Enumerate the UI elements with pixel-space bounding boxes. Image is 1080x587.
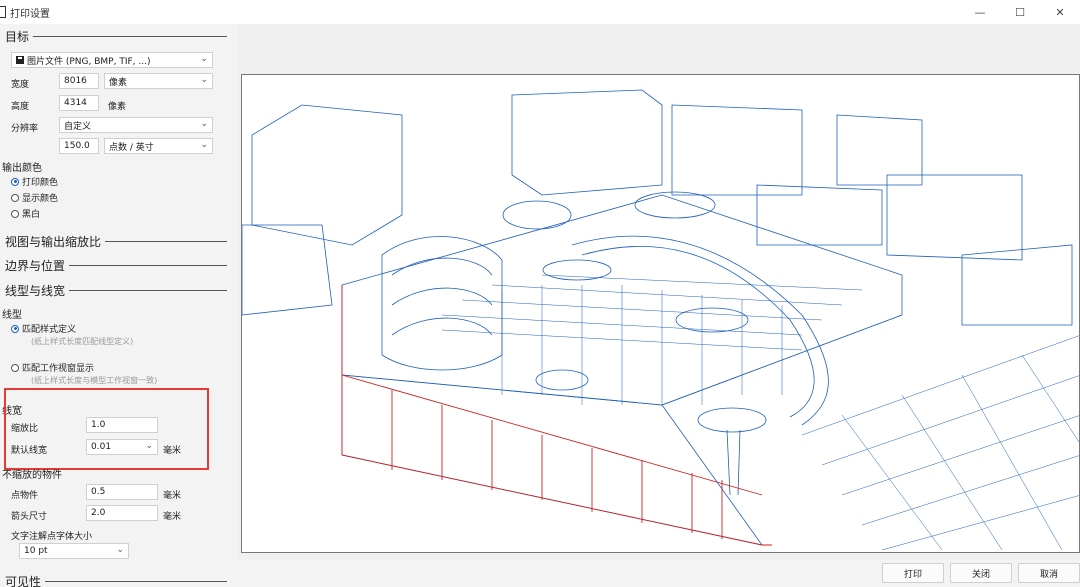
- close-icon[interactable]: ✕: [1040, 0, 1080, 24]
- building-drawing: [242, 89, 1079, 551]
- chevron-down-icon: ⌄: [200, 54, 208, 64]
- radio-dot: [11, 324, 19, 333]
- chevron-down-icon: ⌄: [200, 140, 208, 150]
- point-input[interactable]: 0.5: [86, 484, 158, 500]
- preview-area: [238, 24, 1080, 560]
- height-unit: 像素: [108, 102, 127, 112]
- height-input[interactable]: 4314: [59, 95, 99, 111]
- match-viewport-note: (纸上样式长度与模型工作视窗一致): [31, 376, 158, 385]
- print-button[interactable]: 打印: [882, 563, 944, 583]
- section-view-scale[interactable]: 视图与输出缩放比: [5, 233, 227, 250]
- chevron-down-icon: ⌄: [200, 75, 208, 85]
- close-button[interactable]: 关闭: [950, 563, 1012, 583]
- width-label: 宽度: [11, 80, 30, 90]
- width-unit-select[interactable]: 像素 ⌄: [104, 73, 213, 89]
- print-preview: [241, 74, 1080, 553]
- maximize-icon[interactable]: ☐: [1000, 0, 1040, 24]
- section-linetype[interactable]: 线型与线宽: [5, 282, 227, 299]
- resolution-label: 分辨率: [11, 124, 39, 134]
- point-unit: 毫米: [163, 491, 182, 501]
- minimize-icon[interactable]: —: [960, 0, 1000, 24]
- cancel-button[interactable]: 取消: [1018, 563, 1080, 583]
- radio-dot: [11, 363, 19, 372]
- dpi-unit-select[interactable]: 点数 / 英寸 ⌄: [104, 138, 213, 154]
- width-input[interactable]: 8016: [59, 73, 99, 89]
- arrow-unit: 毫米: [163, 512, 182, 522]
- radio-match-style[interactable]: 匹配样式定义: [11, 322, 76, 335]
- save-icon: [16, 56, 24, 64]
- arrow-input[interactable]: 2.0: [86, 505, 158, 521]
- unscaled-objects-label: 不缩放的物件: [2, 470, 62, 481]
- chevron-down-icon: ⌄: [200, 119, 208, 129]
- radio-dot: [11, 177, 19, 186]
- chevron-down-icon: ⌄: [116, 545, 124, 555]
- radio-black-white[interactable]: 黑白: [11, 207, 40, 220]
- radio-dot: [11, 209, 19, 218]
- highlight-box: [4, 388, 209, 470]
- linetype-label: 线型: [2, 310, 22, 321]
- point-label: 点物件: [11, 491, 39, 501]
- app-icon: [0, 6, 6, 18]
- section-visibility[interactable]: 可见性: [5, 573, 227, 587]
- dpi-input[interactable]: 150.0: [59, 138, 99, 154]
- text-size-label: 文字注解点字体大小: [11, 532, 93, 542]
- window-title: 打印设置: [10, 8, 50, 20]
- output-color-label: 输出颜色: [2, 163, 42, 174]
- height-label: 高度: [11, 102, 30, 112]
- radio-display-color[interactable]: 显示颜色: [11, 191, 58, 204]
- title-bar: 打印设置 — ☐ ✕: [0, 0, 1080, 24]
- radio-dot: [11, 193, 19, 202]
- match-style-note: (纸上样式长度匹配线型定义): [31, 337, 134, 346]
- radio-print-color[interactable]: 打印颜色: [11, 175, 58, 188]
- resolution-select[interactable]: 自定义 ⌄: [59, 117, 213, 133]
- section-target[interactable]: 目标: [5, 28, 227, 45]
- arrow-label: 箭头尺寸: [11, 512, 48, 522]
- text-size-select[interactable]: 10 pt ⌄: [19, 543, 129, 559]
- settings-panel: 目标 图片文件 (PNG, BMP, TIF, ...) ⌄ 宽度 8016 像素…: [0, 24, 238, 587]
- section-margins[interactable]: 边界与位置: [5, 257, 227, 274]
- window-controls: — ☐ ✕: [960, 0, 1080, 24]
- file-type-select[interactable]: 图片文件 (PNG, BMP, TIF, ...) ⌄: [11, 52, 213, 68]
- radio-match-viewport[interactable]: 匹配工作视窗显示: [11, 361, 94, 374]
